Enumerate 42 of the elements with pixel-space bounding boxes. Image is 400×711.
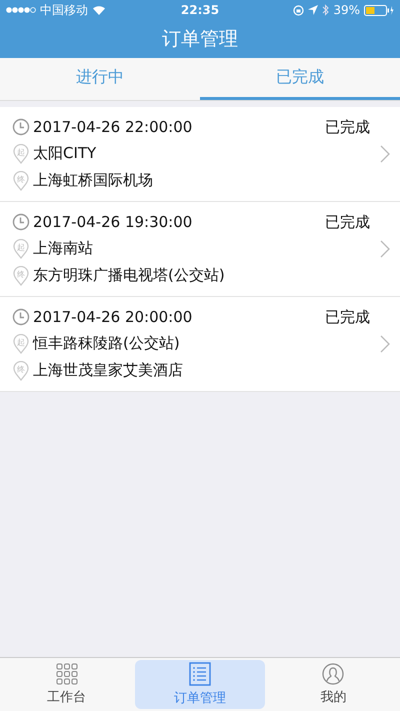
order-time: 2017-04-26 20:00:00 — [33, 308, 194, 326]
clock-icon — [12, 118, 30, 136]
end-pin-icon: 终 — [12, 360, 30, 380]
order-row[interactable]: 2017-04-26 19:30:00 已完成 起 上海南站 终 东方明珠广播电视塔(公交站) — [0, 202, 400, 297]
tab-bar-item[interactable]: 工作台 — [2, 660, 132, 709]
bluetooth-icon — [322, 4, 330, 16]
carrier-name: 中国移动 — [40, 2, 88, 18]
order-status: 已完成 — [325, 118, 370, 136]
clock-icon — [12, 308, 30, 326]
tab-bar-item[interactable]: 我的 — [268, 660, 398, 709]
clock-icon — [12, 213, 30, 231]
end-location: 东方明珠广播电视塔(公交站) — [33, 266, 225, 285]
rotation-lock-icon — [293, 4, 304, 16]
status-time: 22:35 — [180, 3, 220, 17]
order-time: 2017-04-26 22:00:00 — [33, 118, 194, 136]
order-row[interactable]: 2017-04-26 20:00:00 已完成 起 恒丰路秣陵路(公交站) 终 上海世茂皇家艾美酒店 — [0, 297, 400, 392]
chevron-icon — [380, 335, 390, 353]
chevron-icon — [380, 240, 390, 258]
order-status: 已完成 — [325, 212, 370, 232]
chevron-icon — [380, 145, 390, 163]
start-location: 太阳CITY — [33, 144, 96, 163]
start-pin-icon: 起 — [12, 238, 30, 258]
start-pin-icon: 起 — [12, 144, 30, 164]
order-time: 2017-04-26 19:30:00 — [33, 213, 194, 231]
page-title: 订单管理 — [162, 27, 238, 52]
end-location: 上海世茂皇家艾美酒店 — [33, 361, 183, 380]
end-location: 上海虹桥国际机场 — [33, 171, 153, 190]
end-pin-icon: 终 — [12, 266, 30, 286]
battery-percent: 39% — [333, 3, 360, 17]
start-pin-icon: 起 — [12, 334, 30, 354]
location-icon — [308, 5, 318, 15]
grid-icon — [56, 663, 78, 685]
signal-icon — [6, 7, 36, 13]
order-status: 已完成 — [325, 308, 370, 326]
battery-icon — [364, 4, 394, 16]
start-location: 上海南站 — [33, 239, 93, 258]
wifi-icon — [92, 5, 106, 15]
list-icon — [188, 662, 211, 686]
order-row[interactable]: 2017-04-26 22:00:00 已完成 起 太阳CITY 终 上海虹桥国际机场 — [0, 107, 400, 202]
end-pin-icon: 终 — [12, 170, 30, 190]
start-location: 恒丰路秣陵路(公交站) — [33, 334, 180, 353]
person-icon — [322, 663, 344, 685]
